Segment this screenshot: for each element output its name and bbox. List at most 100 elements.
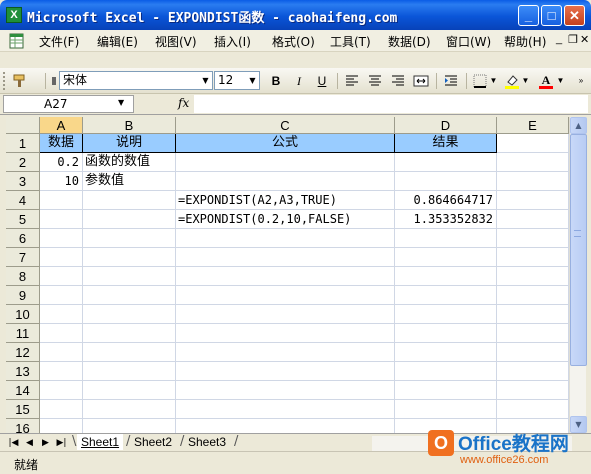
font-color-icon[interactable]: A xyxy=(538,73,554,89)
cell-c8[interactable] xyxy=(176,267,395,286)
cell-a5[interactable] xyxy=(40,210,83,229)
cell-c6[interactable] xyxy=(176,229,395,248)
cell-e5[interactable] xyxy=(497,210,569,229)
cell-d13[interactable] xyxy=(395,362,497,381)
cell-a9[interactable] xyxy=(40,286,83,305)
cell-e4[interactable] xyxy=(497,191,569,210)
insert-function-icon[interactable]: fx xyxy=(178,96,189,110)
font-size-combo[interactable]: 12 ▼ xyxy=(214,71,260,90)
cell-b12[interactable] xyxy=(83,343,176,362)
row-header-1[interactable]: 1 xyxy=(6,134,40,153)
align-left-icon[interactable] xyxy=(344,73,360,89)
chevron-down-icon[interactable]: ▼ xyxy=(489,73,498,89)
scrollbar-thumb[interactable] xyxy=(570,134,587,366)
cell-d2[interactable] xyxy=(395,153,497,172)
cell-a12[interactable] xyxy=(40,343,83,362)
cell-c15[interactable] xyxy=(176,400,395,419)
cell-d15[interactable] xyxy=(395,400,497,419)
worksheet-grid[interactable]: A B C D E 数据 说明 公式 结果 0.2 函数的数值 10 参数值 =… xyxy=(6,117,569,433)
row-header-8[interactable]: 8 xyxy=(6,267,40,286)
fill-color-icon[interactable] xyxy=(504,73,520,89)
cell-c2[interactable] xyxy=(176,153,395,172)
menu-data[interactable]: 数据(D) xyxy=(388,33,431,50)
formula-input[interactable] xyxy=(194,95,588,113)
styles-icon[interactable] xyxy=(50,73,58,89)
cell-b4[interactable] xyxy=(83,191,176,210)
cell-c1[interactable]: 公式 xyxy=(176,134,395,153)
cell-a2[interactable]: 0.2 xyxy=(40,153,83,172)
vertical-scrollbar[interactable]: ▲ ▼ xyxy=(569,117,587,433)
cell-a7[interactable] xyxy=(40,248,83,267)
merge-center-icon[interactable] xyxy=(413,73,429,89)
align-center-icon[interactable] xyxy=(367,73,383,89)
cell-b13[interactable] xyxy=(83,362,176,381)
format-painter-icon[interactable] xyxy=(12,73,28,89)
menu-edit[interactable]: 编辑(E) xyxy=(97,33,138,50)
row-header-4[interactable]: 4 xyxy=(6,191,40,210)
menu-insert[interactable]: 插入(I) xyxy=(214,33,251,50)
tab-sheet2[interactable]: Sheet2 xyxy=(130,434,176,450)
row-header-10[interactable]: 10 xyxy=(6,305,40,324)
doc-restore-button[interactable]: ❐ xyxy=(568,33,578,46)
cell-e10[interactable] xyxy=(497,305,569,324)
row-header-11[interactable]: 11 xyxy=(6,324,40,343)
workbook-icon[interactable] xyxy=(9,33,25,49)
font-name-combo[interactable]: 宋体 ▼ xyxy=(59,71,213,90)
doc-close-button[interactable]: ✕ xyxy=(580,33,589,46)
cell-d10[interactable] xyxy=(395,305,497,324)
menu-format[interactable]: 格式(O) xyxy=(272,33,315,50)
cell-a11[interactable] xyxy=(40,324,83,343)
cell-c11[interactable] xyxy=(176,324,395,343)
cell-e1[interactable] xyxy=(497,134,569,153)
chevron-down-icon[interactable]: ▼ xyxy=(199,72,212,89)
row-header-16[interactable]: 16 xyxy=(6,419,40,433)
cell-e7[interactable] xyxy=(497,248,569,267)
cell-a14[interactable] xyxy=(40,381,83,400)
cell-b7[interactable] xyxy=(83,248,176,267)
cell-d3[interactable] xyxy=(395,172,497,191)
align-right-icon[interactable] xyxy=(390,73,406,89)
column-header-c[interactable]: C xyxy=(176,117,395,134)
select-all-corner[interactable] xyxy=(6,117,40,134)
cell-e3[interactable] xyxy=(497,172,569,191)
cell-a8[interactable] xyxy=(40,267,83,286)
cell-d9[interactable] xyxy=(395,286,497,305)
column-header-b[interactable]: B xyxy=(83,117,176,134)
cell-a3[interactable]: 10 xyxy=(40,172,83,191)
cell-c9[interactable] xyxy=(176,286,395,305)
bold-button[interactable]: B xyxy=(268,73,284,89)
cell-b6[interactable] xyxy=(83,229,176,248)
cell-c13[interactable] xyxy=(176,362,395,381)
cell-d4[interactable]: 0.864664717 xyxy=(395,191,497,210)
row-header-12[interactable]: 12 xyxy=(6,343,40,362)
menu-window[interactable]: 窗口(W) xyxy=(446,33,491,50)
close-button[interactable]: ✕ xyxy=(564,5,585,26)
cell-a10[interactable] xyxy=(40,305,83,324)
last-sheet-icon[interactable]: ▶| xyxy=(56,436,67,450)
cell-b14[interactable] xyxy=(83,381,176,400)
cell-e13[interactable] xyxy=(497,362,569,381)
chevron-down-icon[interactable]: ▼ xyxy=(521,73,530,89)
cell-c10[interactable] xyxy=(176,305,395,324)
cell-c7[interactable] xyxy=(176,248,395,267)
indent-icon[interactable] xyxy=(443,73,459,89)
cell-d14[interactable] xyxy=(395,381,497,400)
cell-b11[interactable] xyxy=(83,324,176,343)
column-header-d[interactable]: D xyxy=(395,117,497,134)
prev-sheet-icon[interactable]: ◀ xyxy=(24,436,35,450)
cell-b2[interactable]: 函数的数值 xyxy=(83,153,176,172)
row-header-14[interactable]: 14 xyxy=(6,381,40,400)
cell-d12[interactable] xyxy=(395,343,497,362)
toolbar-grip[interactable] xyxy=(3,72,6,90)
doc-minimize-button[interactable]: _ xyxy=(556,33,562,45)
next-sheet-icon[interactable]: ▶ xyxy=(40,436,51,450)
chevron-down-icon[interactable]: ▼ xyxy=(118,95,124,111)
cell-b9[interactable] xyxy=(83,286,176,305)
cell-b10[interactable] xyxy=(83,305,176,324)
cell-a15[interactable] xyxy=(40,400,83,419)
cell-d1[interactable]: 结果 xyxy=(395,134,497,153)
cell-e12[interactable] xyxy=(497,343,569,362)
tab-sheet1[interactable]: Sheet1 xyxy=(77,434,124,450)
menu-view[interactable]: 视图(V) xyxy=(155,33,197,50)
cell-c16[interactable] xyxy=(176,419,395,433)
